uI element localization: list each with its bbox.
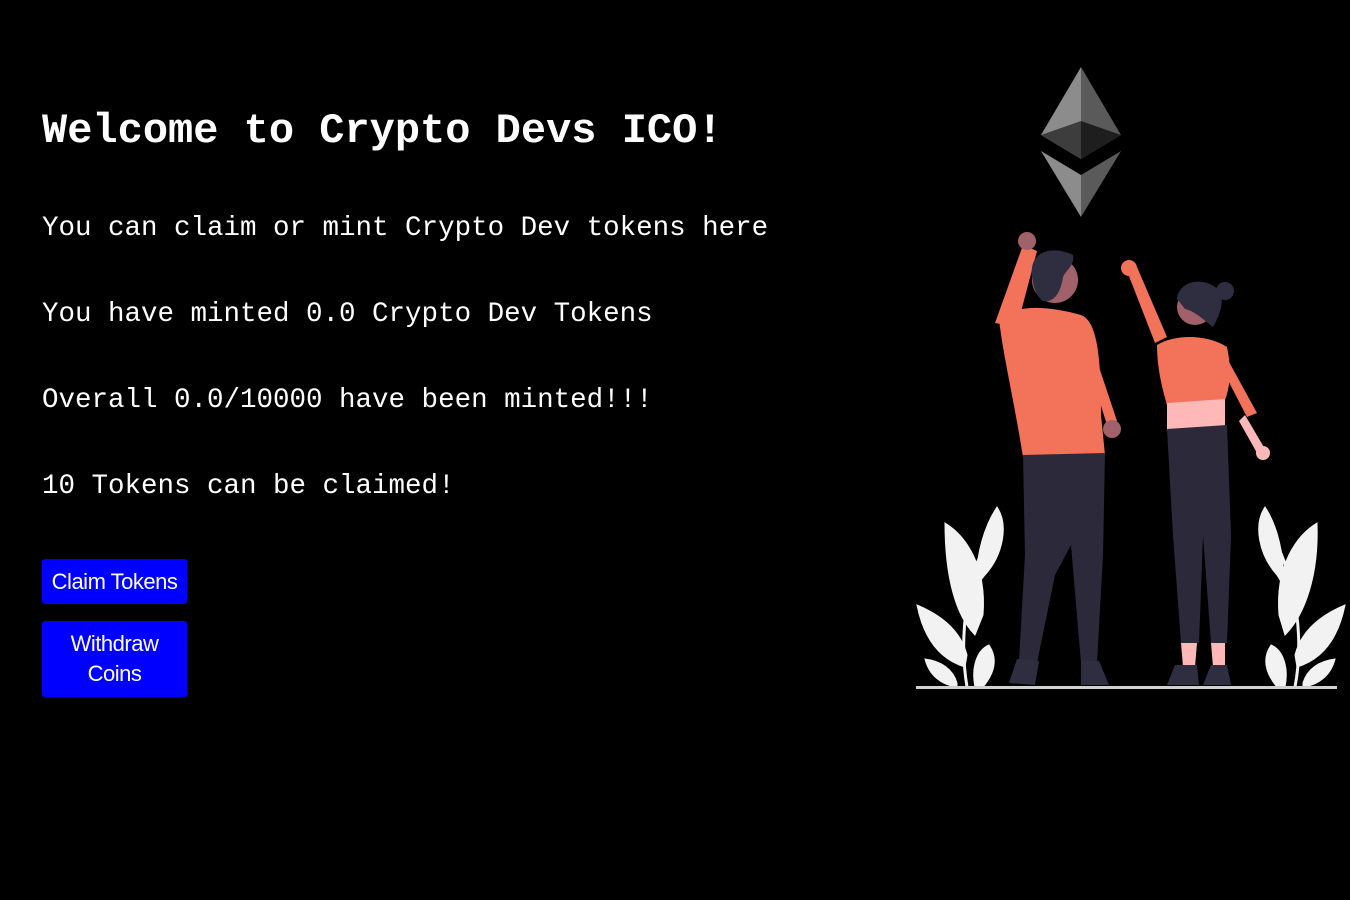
withdraw-coins-button[interactable]: Withdraw Coins [42, 621, 187, 697]
woman-figure [1121, 260, 1270, 685]
man-figure [995, 232, 1121, 685]
description-text: You can claim or mint Crypto Dev tokens … [42, 213, 769, 244]
plant-icon [1258, 506, 1346, 688]
ground-line [916, 686, 1337, 689]
claimable-tokens-text: 10 Tokens can be claimed! [42, 471, 455, 502]
ico-page: Welcome to Crypto Devs ICO! You can clai… [0, 0, 1350, 900]
withdraw-coins-label: Withdraw Coins [70, 631, 159, 686]
ethereum-logo-icon [1041, 67, 1121, 217]
plant-icon [916, 506, 1004, 688]
people-celebrating-illustration [916, 67, 1346, 689]
claim-tokens-button[interactable]: Claim Tokens [42, 559, 187, 604]
minted-tokens-text: You have minted 0.0 Crypto Dev Tokens [42, 299, 653, 330]
page-title: Welcome to Crypto Devs ICO! [42, 107, 723, 155]
overall-minted-text: Overall 0.0/10000 have been minted!!! [42, 385, 653, 416]
